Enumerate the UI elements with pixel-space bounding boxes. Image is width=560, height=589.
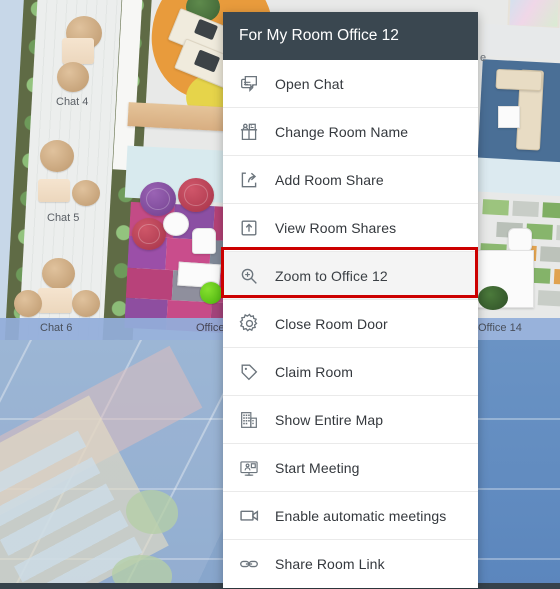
map-table [498, 106, 520, 128]
menu-item-close-room-door[interactable]: Close Room Door [223, 300, 478, 348]
map-seat [140, 182, 176, 216]
tag-icon [223, 361, 275, 383]
menu-item-open-chat[interactable]: Open Chat [223, 60, 478, 108]
building-icon [223, 409, 275, 431]
menu-item-view-room-shares[interactable]: View Room Shares [223, 204, 478, 252]
menu-item-label: Close Room Door [275, 315, 388, 332]
share-arrow-icon [223, 169, 275, 191]
map-room-label-chat5: Chat 5 [47, 212, 80, 224]
map-side-table [163, 212, 189, 236]
menu-item-label: Claim Room [275, 363, 354, 380]
menu-item-label: Add Room Share [275, 171, 384, 188]
map-wall [473, 157, 560, 197]
menu-item-start-meeting[interactable]: Start Meeting [223, 444, 478, 492]
map-seat [72, 290, 100, 317]
menu-item-label: Start Meeting [275, 459, 360, 476]
upload-box-icon [223, 217, 275, 239]
map-bar-label-chat6: Chat 6 [40, 322, 73, 334]
menu-item-claim-room[interactable]: Claim Room [223, 348, 478, 396]
menu-item-label: Enable automatic meetings [275, 507, 447, 524]
menu-item-zoom-to-office[interactable]: Zoom to Office 12 [223, 252, 478, 300]
map-plant [478, 286, 508, 310]
map-seat [178, 178, 214, 212]
context-menu-title: For My Room Office 12 [239, 27, 399, 44]
video-camera-icon [223, 504, 275, 527]
map-bar-label-office14: Office 14 [478, 322, 522, 334]
video-monitor-icon [223, 457, 275, 479]
menu-item-enable-automatic-meetings[interactable]: Enable automatic meetings [223, 492, 478, 540]
map-user-avatar[interactable] [200, 282, 222, 304]
menu-item-change-room-name[interactable]: Change Room Name [223, 108, 478, 156]
map-seat [72, 180, 100, 206]
room-context-menu[interactable]: For My Room Office 12 Open Chat Change R… [223, 12, 478, 588]
map-seat [57, 62, 89, 92]
menu-item-add-room-share[interactable]: Add Room Share [223, 156, 478, 204]
map-table [38, 288, 72, 313]
map-table [38, 179, 70, 202]
map-wall [483, 23, 560, 61]
map-seat [40, 140, 74, 172]
map-chair [508, 228, 532, 252]
map-bar-label-office: Office [196, 322, 225, 334]
magnifier-plus-icon [223, 265, 275, 287]
menu-item-label: Zoom to Office 12 [275, 267, 388, 284]
menu-item-label: Share Room Link [275, 556, 385, 572]
menu-item-share-room-link[interactable]: Share Room Link [223, 540, 478, 588]
map-chair [192, 228, 216, 254]
menu-item-label: Change Room Name [275, 123, 409, 140]
chat-bubbles-icon [223, 73, 275, 95]
gear-icon [223, 312, 275, 335]
map-sofa [495, 68, 543, 92]
map-table [62, 38, 94, 64]
map-seat [14, 290, 42, 317]
screenshot-root: Chat 4 Chat 5 Chat 6 Office Office 14 e … [0, 0, 560, 589]
map-room-label-chat4: Chat 4 [56, 96, 89, 108]
map-fade-overlay [0, 340, 230, 589]
menu-item-label: Open Chat [275, 75, 344, 92]
menu-item-label: View Room Shares [275, 219, 397, 236]
menu-item-show-entire-map[interactable]: Show Entire Map [223, 396, 478, 444]
map-clipped-room-label: e [480, 52, 487, 64]
map-seat [132, 218, 166, 250]
context-menu-header: For My Room Office 12 [223, 12, 478, 60]
desk-person-icon [223, 121, 275, 143]
map-seat [42, 258, 75, 289]
menu-item-label: Show Entire Map [275, 411, 384, 428]
link-icon [223, 553, 275, 575]
